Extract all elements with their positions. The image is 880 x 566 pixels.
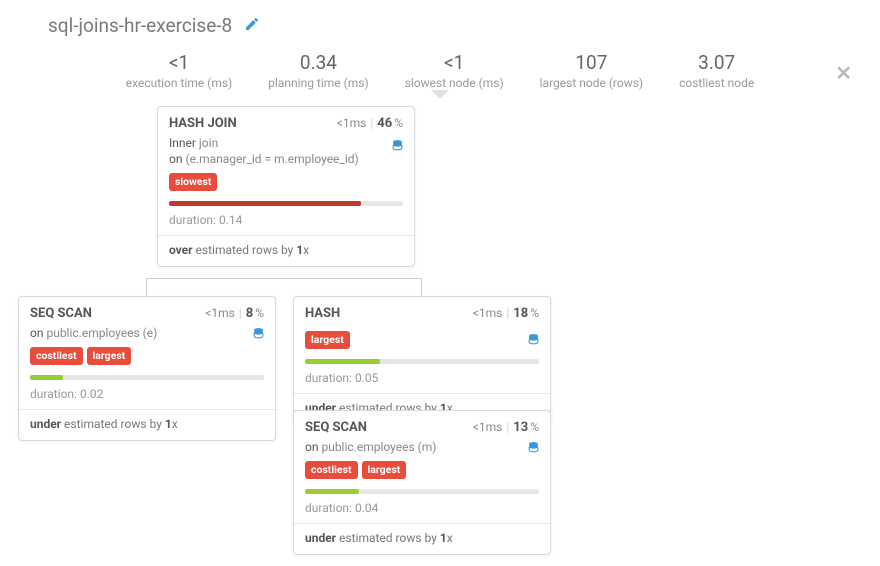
stat-costliest-node: 3.07 costliest node <box>679 53 754 90</box>
stat-slowest-node: <1 slowest node (ms) <box>405 53 504 90</box>
stat-value: <1 <box>126 53 232 74</box>
node-body: on public.employees (m) costliest larges… <box>294 439 550 554</box>
node-body: on public.employees (e) costliest larges… <box>19 325 275 440</box>
stats-bar: <1 execution time (ms) 0.34 planning tim… <box>0 43 880 96</box>
node-time: <1ms <box>205 306 235 320</box>
tag-costliest: costliest <box>305 461 358 479</box>
tag-largest: largest <box>87 347 132 365</box>
estimate-text: under estimated rows by 1x <box>30 417 264 431</box>
estimate-text: under estimated rows by 1x <box>305 531 539 545</box>
duration-bar <box>169 201 403 206</box>
stat-exec-time: <1 execution time (ms) <box>126 53 232 90</box>
duration-bar <box>305 359 539 364</box>
node-header: SEQ SCAN <1ms | 8% <box>19 297 275 325</box>
node-title: SEQ SCAN <box>30 306 92 321</box>
stat-label: largest node (rows) <box>540 76 643 90</box>
database-icon[interactable] <box>527 441 540 458</box>
database-icon[interactable] <box>252 327 265 344</box>
node-time: <1ms <box>473 420 503 434</box>
tag-costliest: costliest <box>30 347 83 365</box>
stat-largest-node: 107 largest node (rows) <box>540 53 643 90</box>
node-header: SEQ SCAN <1ms | 13% <box>294 411 550 439</box>
plan-node-hash[interactable]: HASH <1ms | 18% largest duration: 0.05 u… <box>293 296 551 425</box>
stat-label: slowest node (ms) <box>405 76 504 90</box>
node-title: SEQ SCAN <box>305 420 367 435</box>
duration-bar <box>305 489 539 494</box>
stat-value: <1 <box>405 53 504 74</box>
stat-value: 0.34 <box>268 53 368 74</box>
node-title: HASH JOIN <box>169 116 237 131</box>
plan-node-hash-join[interactable]: HASH JOIN <1ms | 46% Inner join on (e.ma… <box>157 106 415 267</box>
duration-text: duration: 0.14 <box>169 213 403 227</box>
node-tags: slowest <box>169 173 403 191</box>
node-time: <1ms <box>337 116 367 130</box>
tag-largest: largest <box>305 331 350 349</box>
stat-value: 3.07 <box>679 53 754 74</box>
stat-label: planning time (ms) <box>268 76 368 90</box>
database-icon[interactable] <box>527 333 540 350</box>
tag-slowest: slowest <box>169 173 217 191</box>
estimate-text: over estimated rows by 1x <box>169 243 403 257</box>
node-desc: Inner join on (e.manager_id = m.employee… <box>169 135 403 167</box>
node-percent: 18% <box>513 306 539 321</box>
stat-label: costliest node <box>679 76 754 90</box>
plan-node-seq-scan-e[interactable]: SEQ SCAN <1ms | 8% on public.employees (… <box>18 296 276 441</box>
stat-plan-time: 0.34 planning time (ms) <box>268 53 368 90</box>
duration-text: duration: 0.05 <box>305 371 539 385</box>
tag-largest: largest <box>362 461 407 479</box>
stat-value: 107 <box>540 53 643 74</box>
node-body: Inner join on (e.manager_id = m.employee… <box>158 135 414 266</box>
plan-node-seq-scan-m[interactable]: SEQ SCAN <1ms | 13% on public.employees … <box>293 410 551 555</box>
database-icon[interactable] <box>391 139 404 156</box>
duration-bar <box>30 375 264 380</box>
stat-label: execution time (ms) <box>126 76 232 90</box>
node-header: HASH JOIN <1ms | 46% <box>158 107 414 135</box>
duration-text: duration: 0.04 <box>305 501 539 515</box>
node-header: HASH <1ms | 18% <box>294 297 550 325</box>
page-header: sql-joins-hr-exercise-8 <box>0 0 880 43</box>
node-percent: 46% <box>377 116 403 131</box>
duration-text: duration: 0.02 <box>30 387 264 401</box>
node-tags: costliest largest <box>305 461 539 479</box>
close-icon[interactable]: ✕ <box>835 61 852 85</box>
node-percent: 8% <box>246 306 264 321</box>
node-tags: largest <box>305 331 539 349</box>
node-time: <1ms <box>473 306 503 320</box>
edit-icon[interactable] <box>244 16 260 36</box>
plan-title: sql-joins-hr-exercise-8 <box>48 14 232 37</box>
node-desc: on public.employees (e) <box>30 325 264 341</box>
node-desc: on public.employees (m) <box>305 439 539 455</box>
node-percent: 13% <box>513 420 539 435</box>
plan-canvas: HASH JOIN <1ms | 46% Inner join on (e.ma… <box>0 96 880 566</box>
node-tags: costliest largest <box>30 347 264 365</box>
node-title: HASH <box>305 306 340 321</box>
